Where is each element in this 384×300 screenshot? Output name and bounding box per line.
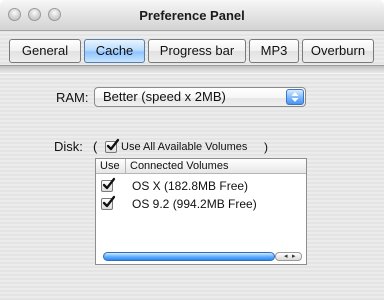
table-header: Use Connected Volumes [96, 159, 306, 174]
scrollbar-thumb[interactable] [103, 252, 275, 261]
tab-general[interactable]: General [9, 39, 81, 63]
volume-checkbox[interactable] [101, 195, 116, 210]
popup-arrows-icon[interactable] [286, 89, 304, 105]
ram-popup[interactable]: Better (speed x 2MB) [94, 87, 306, 107]
volume-name: OS X (182.8MB Free) [132, 179, 249, 193]
scroll-right-icon[interactable]: ▸ [292, 253, 296, 261]
table-row[interactable]: OS 9.2 (994.2MB Free) [96, 195, 306, 213]
column-separator [125, 159, 126, 173]
checkmark-icon [102, 177, 116, 190]
tab-baseline [0, 65, 384, 74]
disk-label: Disk: [54, 139, 83, 154]
use-all-volumes-label[interactable]: Use All Available Volumes [121, 141, 247, 153]
volume-name: OS 9.2 (994.2MB Free) [132, 197, 257, 211]
close-paren: ) [264, 140, 268, 154]
tab-mp3[interactable]: MP3 [249, 39, 299, 63]
checkmark-icon [106, 138, 120, 151]
window-title: Preference Panel [139, 8, 245, 23]
preference-window: Preference Panel General Cache Progress … [0, 0, 384, 300]
tab-cache[interactable]: Cache [84, 39, 145, 63]
ram-label: RAM: [56, 90, 89, 105]
scroll-arrows[interactable]: ◂ ▸ [275, 252, 302, 261]
tab-overburn[interactable]: Overburn [302, 39, 374, 63]
volume-checkbox[interactable] [101, 177, 116, 192]
column-connected-volumes[interactable]: Connected Volumes [130, 159, 228, 173]
volumes-table: Use Connected Volumes OS X (182.8MB Free… [95, 158, 307, 265]
horizontal-scrollbar[interactable]: ◂ ▸ [97, 250, 305, 262]
titlebar[interactable]: Preference Panel [0, 0, 384, 31]
tab-progress-bar[interactable]: Progress bar [148, 39, 246, 63]
ram-selected-value: Better (speed x 2MB) [103, 89, 226, 104]
scroll-left-icon[interactable]: ◂ [284, 253, 288, 261]
column-use[interactable]: Use [100, 159, 120, 173]
table-row[interactable]: OS X (182.8MB Free) [96, 177, 306, 195]
use-all-volumes-checkbox[interactable] [105, 138, 120, 153]
open-paren: ( [93, 139, 98, 154]
checkmark-icon [102, 195, 116, 208]
